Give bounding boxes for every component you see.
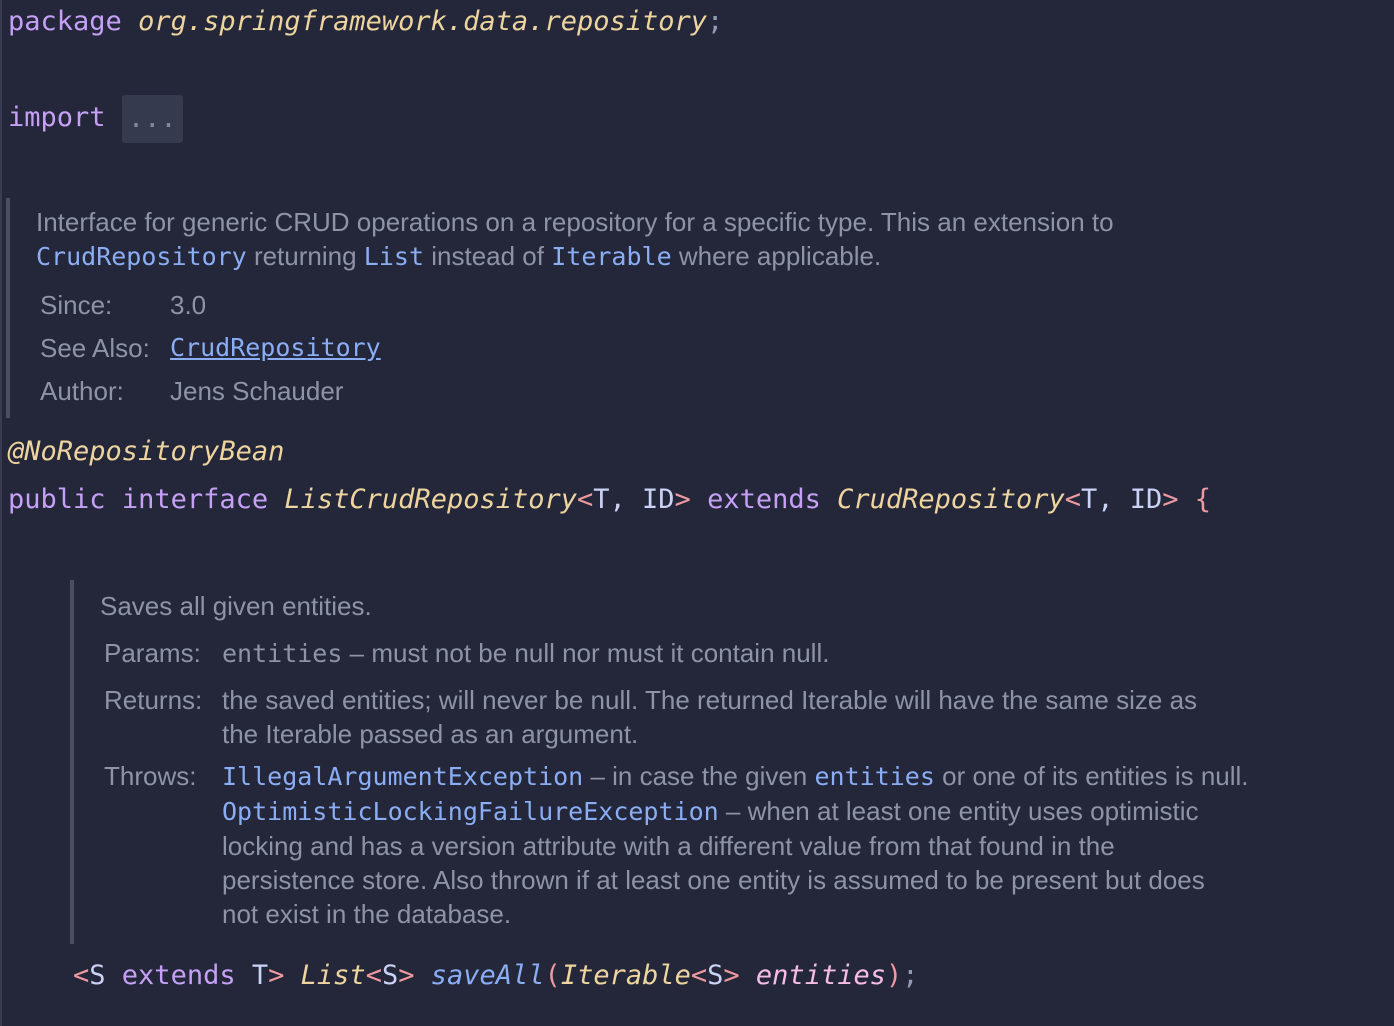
annotation-line[interactable]: @NoRepositoryBean bbox=[8, 435, 284, 469]
exception-optimistic-locking: OptimisticLockingFailureException bbox=[222, 797, 719, 826]
package-keyword: package bbox=[8, 6, 122, 37]
package-name: org.springframework.data.repository bbox=[138, 6, 708, 37]
import-keyword: import bbox=[8, 102, 106, 133]
super-type-params: T, ID bbox=[1080, 484, 1163, 515]
method-signature[interactable]: <S extends T> List<S> saveAll(Iterable<S… bbox=[73, 959, 919, 993]
throws-row: Throws: IllegalArgumentException – in ca… bbox=[100, 759, 1360, 931]
type-params: T, ID bbox=[593, 484, 675, 515]
package-semicolon: ; bbox=[707, 6, 724, 37]
method-doc-summary: Saves all given entities. bbox=[100, 591, 372, 621]
ref-entities: entities bbox=[814, 762, 935, 791]
gutter-line bbox=[0, 0, 2, 1026]
see-also-row: See Also: CrudRepository bbox=[36, 331, 1346, 365]
returns-label: Returns: bbox=[104, 685, 203, 715]
params-label: Params: bbox=[104, 638, 201, 668]
ref-crudrepository: CrudRepository bbox=[36, 242, 247, 271]
import-line[interactable]: import ... bbox=[8, 94, 183, 143]
interface-keyword: interface bbox=[121, 484, 269, 515]
interface-javadoc: Interface for generic CRUD operations on… bbox=[6, 198, 1346, 418]
extends-keyword: extends bbox=[707, 484, 821, 515]
since-label: Since: bbox=[40, 290, 113, 320]
open-brace: { bbox=[1194, 484, 1212, 515]
since-row: Since: 3.0 bbox=[36, 288, 1346, 322]
ref-list: List bbox=[363, 242, 425, 271]
package-line[interactable]: package org.springframework.data.reposit… bbox=[8, 5, 723, 39]
arg-name: entities bbox=[755, 960, 886, 991]
throws-description: IllegalArgumentException – in case the g… bbox=[222, 761, 1249, 929]
params-row: Params: entities – must not be null nor … bbox=[104, 638, 830, 668]
returns-row: Returns: the saved entities; will never … bbox=[100, 683, 1360, 751]
see-also-label: See Also: bbox=[40, 333, 150, 363]
code-editor[interactable]: package org.springframework.data.reposit… bbox=[0, 0, 1394, 1026]
ref-iterable: Iterable bbox=[551, 242, 672, 271]
param-entities: entities bbox=[222, 639, 343, 668]
author-value: Jens Schauder bbox=[170, 376, 344, 406]
see-also-link[interactable]: CrudRepository bbox=[170, 331, 381, 365]
public-keyword: public bbox=[8, 484, 106, 515]
throws-label: Throws: bbox=[104, 761, 197, 791]
annotation-no-repository-bean: @NoRepositoryBean bbox=[8, 436, 285, 467]
super-interface-name: CrudRepository bbox=[837, 484, 1065, 515]
arg-type: Iterable bbox=[560, 960, 691, 991]
returns-description: the saved entities; will never be null. … bbox=[222, 685, 1198, 749]
exception-illegal-argument: IllegalArgumentException bbox=[222, 762, 584, 791]
author-label: Author: bbox=[40, 376, 124, 406]
return-type: List bbox=[300, 960, 366, 991]
method-type-param: S bbox=[89, 960, 106, 991]
interface-name: ListCrudRepository bbox=[284, 484, 577, 515]
method-extends-keyword: extends bbox=[121, 960, 236, 991]
method-name: saveAll bbox=[430, 960, 545, 991]
since-value: 3.0 bbox=[170, 290, 207, 320]
author-row: Author: Jens Schauder bbox=[36, 374, 1346, 408]
interface-declaration[interactable]: public interface ListCrudRepository<T, I… bbox=[8, 483, 1211, 517]
interface-doc-description: Interface for generic CRUD operations on… bbox=[36, 207, 1114, 271]
method-javadoc: Saves all given entities. Params: entiti… bbox=[70, 580, 1360, 944]
import-fold-toggle[interactable]: ... bbox=[121, 94, 183, 143]
